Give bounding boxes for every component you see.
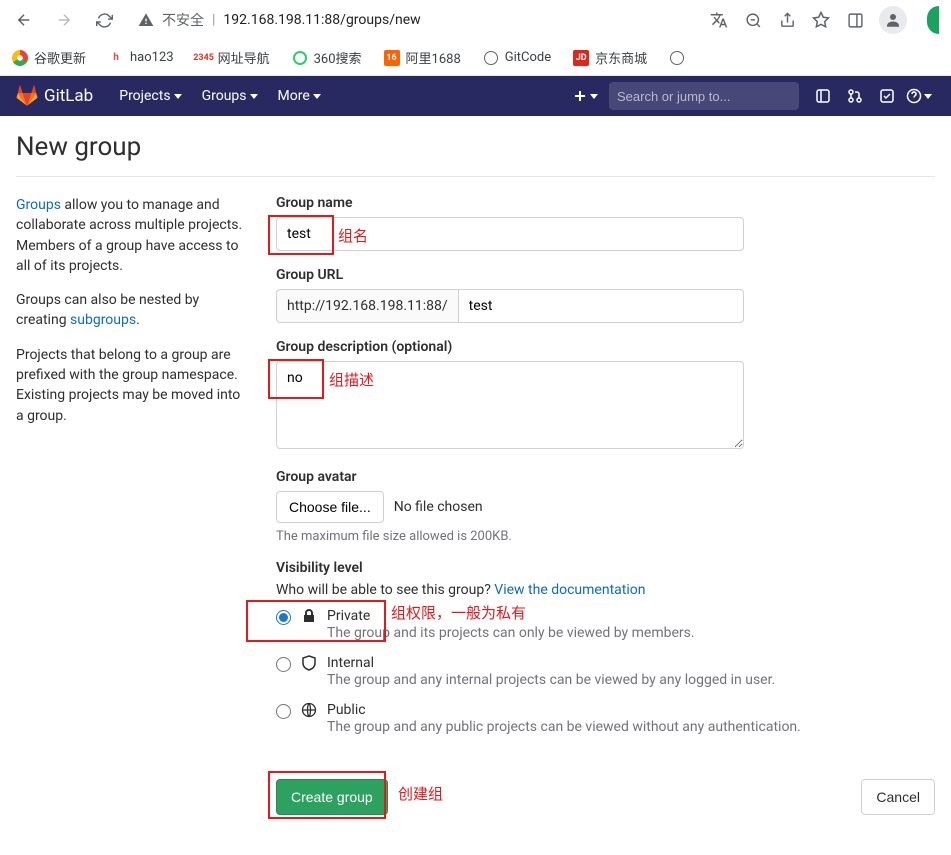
- profile-avatar[interactable]: [879, 6, 907, 34]
- subgroups-link[interactable]: subgroups: [70, 312, 136, 328]
- new-dropdown[interactable]: [569, 76, 601, 116]
- share-icon[interactable]: [777, 10, 797, 30]
- nav-groups[interactable]: Groups: [192, 88, 268, 104]
- desc-label: Group description (optional): [276, 339, 935, 355]
- nav-projects[interactable]: Projects: [109, 88, 191, 104]
- gitlab-logo[interactable]: GitLab: [16, 85, 93, 107]
- page-content: New group Groups allow you to manage and…: [0, 116, 951, 855]
- browser-toolbar: 不安全 | 192.168.198.11:88/groups/new: [0, 0, 951, 40]
- address-bar[interactable]: 不安全 | 192.168.198.11:88/groups/new: [128, 5, 701, 35]
- shield-icon: [301, 655, 317, 671]
- bookmark-hao123[interactable]: hhao123: [108, 50, 174, 66]
- bookmarks-bar: 谷歌更新 hhao123 2345网址导航 360搜索 16阿里1688 Git…: [0, 40, 951, 76]
- jd-icon: JD: [573, 50, 589, 66]
- bookmark-360[interactable]: 360搜索: [292, 48, 362, 67]
- reload-button[interactable]: [88, 4, 120, 36]
- visibility-private[interactable]: Private The group and its projects can o…: [276, 608, 935, 641]
- extension-edge[interactable]: [927, 6, 939, 34]
- chrome-icon: [12, 50, 28, 66]
- globe-icon: [669, 50, 685, 66]
- group-url-input[interactable]: [458, 289, 744, 323]
- url-prefix: http://192.168.198.11:88/: [276, 289, 458, 323]
- radio-internal[interactable]: [276, 657, 291, 672]
- bookmark-jd[interactable]: JD京东商城: [573, 48, 647, 67]
- form: Group name 组名 Group URL http://192.168.1…: [276, 195, 935, 815]
- radio-public[interactable]: [276, 704, 291, 719]
- url-text: 192.168.198.11:88/groups/new: [223, 12, 420, 28]
- sidepanel-icon[interactable]: [845, 10, 865, 30]
- chrome-actions: [709, 6, 943, 34]
- insecure-label: 不安全: [162, 10, 204, 30]
- gitlab-navbar: GitLab Projects Groups More: [0, 76, 951, 116]
- page-title: New group: [16, 132, 935, 162]
- avatar-label: Group avatar: [276, 469, 935, 485]
- back-button[interactable]: [8, 4, 40, 36]
- insecure-icon: [138, 12, 154, 28]
- merge-requests-icon[interactable]: [839, 76, 871, 116]
- bookmark-1688[interactable]: 16阿里1688: [384, 48, 461, 67]
- annotation-create: 创建组: [398, 783, 443, 804]
- chevron-down-icon: [313, 94, 321, 99]
- chevron-down-icon: [590, 94, 598, 99]
- choose-file-button[interactable]: Choose file...: [276, 491, 384, 523]
- radio-private[interactable]: [276, 610, 291, 625]
- help-icon[interactable]: [903, 76, 935, 116]
- globe-icon: [483, 50, 499, 66]
- avatar-help: The maximum file size allowed is 200KB.: [276, 529, 935, 544]
- visibility-internal[interactable]: Internal The group and any internal proj…: [276, 655, 935, 688]
- cancel-button[interactable]: Cancel: [861, 779, 935, 815]
- todos-icon[interactable]: [871, 76, 903, 116]
- bookmark-2345[interactable]: 2345网址导航: [196, 48, 270, 67]
- no-file-text: No file chosen: [394, 499, 483, 515]
- name-label: Group name: [276, 195, 935, 211]
- star-icon[interactable]: [811, 10, 831, 30]
- gitlab-logo-icon: [16, 85, 38, 107]
- nav2345-icon: 2345: [196, 50, 212, 66]
- visibility-label: Visibility level: [276, 560, 935, 576]
- ali-icon: 16: [384, 50, 400, 66]
- hao123-icon: h: [108, 50, 124, 66]
- lock-icon: [301, 608, 317, 624]
- zoom-icon[interactable]: [743, 10, 763, 30]
- chevron-down-icon: [924, 94, 932, 99]
- divider: [16, 176, 935, 177]
- create-group-button[interactable]: Create group: [276, 779, 388, 815]
- chevron-down-icon: [250, 94, 258, 99]
- group-name-input[interactable]: [276, 217, 744, 251]
- chevron-down-icon: [174, 94, 182, 99]
- url-label: Group URL: [276, 267, 935, 283]
- translate-icon[interactable]: [709, 10, 729, 30]
- search-input[interactable]: [617, 89, 793, 104]
- issues-icon[interactable]: [807, 76, 839, 116]
- browser-chrome: 不安全 | 192.168.198.11:88/groups/new 谷歌更新 …: [0, 0, 951, 76]
- 360-icon: [292, 50, 308, 66]
- bookmark-gitcode[interactable]: GitCode: [483, 50, 551, 66]
- nav-more[interactable]: More: [268, 88, 331, 104]
- sidebar-help: Groups allow you to manage and collabora…: [16, 195, 248, 815]
- forward-button[interactable]: [48, 4, 80, 36]
- groups-link[interactable]: Groups: [16, 197, 61, 213]
- docs-link[interactable]: View the documentation: [494, 582, 645, 598]
- globe-icon: [301, 702, 317, 718]
- bookmark-extra[interactable]: [669, 50, 685, 66]
- search-box[interactable]: [609, 82, 799, 110]
- visibility-public[interactable]: Public The group and any public projects…: [276, 702, 935, 735]
- bookmark-chrome-update[interactable]: 谷歌更新: [12, 48, 86, 67]
- group-desc-input[interactable]: no: [276, 361, 744, 449]
